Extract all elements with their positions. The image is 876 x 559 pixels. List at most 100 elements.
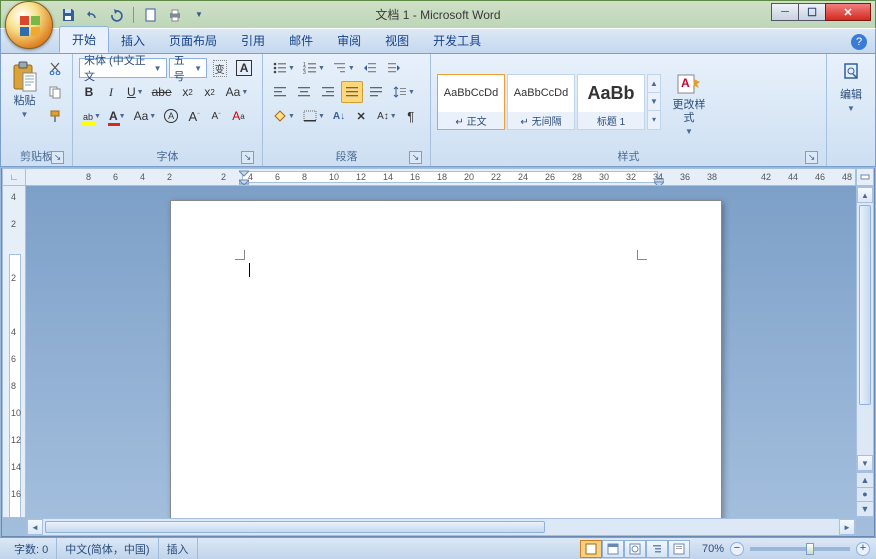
- view-outline[interactable]: [646, 540, 668, 558]
- align-left-button[interactable]: [269, 81, 291, 103]
- page[interactable]: [170, 200, 722, 518]
- tab-selector[interactable]: ∟: [2, 168, 26, 186]
- styles-launcher[interactable]: ↘: [805, 151, 818, 164]
- shrink-font-button[interactable]: Aˇ: [206, 105, 226, 127]
- titlebar: ▼ 文档 1 - Microsoft Word ─ ☐ ✕: [0, 0, 876, 28]
- ruler-toggle[interactable]: [856, 168, 874, 186]
- office-button[interactable]: [5, 1, 53, 49]
- tab-insert[interactable]: 插入: [109, 28, 157, 53]
- underline-button[interactable]: U▼: [123, 81, 146, 103]
- font-launcher[interactable]: ↘: [241, 151, 254, 164]
- phonetic-guide-button[interactable]: 变: [209, 57, 230, 79]
- tab-mailings[interactable]: 邮件: [277, 28, 325, 53]
- scroll-left-icon[interactable]: ◄: [27, 519, 43, 535]
- horizontal-scrollbar[interactable]: ◄ ►: [26, 518, 856, 536]
- increase-indent-button[interactable]: [383, 57, 405, 79]
- borders-button[interactable]: ▼: [299, 105, 327, 127]
- grow-font-button[interactable]: Aˆ: [184, 105, 204, 127]
- scroll-up-icon[interactable]: ▲: [857, 187, 873, 203]
- highlight-button[interactable]: ab▼: [79, 105, 103, 127]
- minimize-button[interactable]: ─: [771, 3, 799, 21]
- cut-icon[interactable]: [44, 57, 66, 79]
- italic-button[interactable]: I: [101, 81, 121, 103]
- group-label-paragraph: 段落↘: [269, 146, 424, 166]
- char-shading-button[interactable]: Aa▼: [130, 105, 159, 127]
- style-gallery-scroll[interactable]: ▲▼▾: [647, 74, 661, 130]
- enclose-char-button[interactable]: A: [160, 105, 182, 127]
- next-page-button[interactable]: ▼: [857, 502, 873, 517]
- decrease-indent-button[interactable]: [359, 57, 381, 79]
- scroll-right-icon[interactable]: ►: [839, 519, 855, 535]
- show-marks-button[interactable]: ¶: [401, 105, 421, 127]
- text-cursor: [249, 263, 250, 277]
- text-direction-button[interactable]: A↕▼: [373, 105, 399, 127]
- view-draft[interactable]: [668, 540, 690, 558]
- align-center-button[interactable]: [293, 81, 315, 103]
- browse-object-buttons: ▲ ● ▼: [856, 472, 874, 518]
- tab-home[interactable]: 开始: [59, 26, 109, 53]
- line-spacing-button[interactable]: ▼: [389, 81, 417, 103]
- shading-button[interactable]: ▼: [269, 105, 297, 127]
- hscroll-thumb[interactable]: [45, 521, 545, 533]
- strikethrough-button[interactable]: abe: [148, 81, 176, 103]
- tab-developer[interactable]: 开发工具: [421, 28, 493, 53]
- ribbon-tabs: 开始 插入 页面布局 引用 邮件 审阅 视图 开发工具 ?: [0, 28, 876, 54]
- tab-review[interactable]: 审阅: [325, 28, 373, 53]
- numbering-button[interactable]: 123▼: [299, 57, 327, 79]
- character-border-button[interactable]: A: [232, 57, 256, 79]
- zoom-slider-knob[interactable]: [806, 543, 814, 555]
- view-web-layout[interactable]: [624, 540, 646, 558]
- view-buttons: [580, 540, 690, 558]
- copy-icon[interactable]: [44, 81, 66, 103]
- vertical-ruler[interactable]: 42246810121416: [2, 186, 26, 518]
- format-painter-icon[interactable]: [44, 105, 66, 127]
- justify-button[interactable]: [341, 81, 363, 103]
- font-size-select[interactable]: 五号▼: [169, 58, 207, 78]
- paragraph-launcher[interactable]: ↘: [409, 151, 422, 164]
- sort-button[interactable]: A↓: [329, 105, 349, 127]
- bold-button[interactable]: B: [79, 81, 99, 103]
- view-full-screen[interactable]: [602, 540, 624, 558]
- style-no-spacing[interactable]: AaBbCcDd ↵ 无间隔: [507, 74, 575, 130]
- horizontal-ruler[interactable]: 8642246810121416182022242628303234363842…: [26, 168, 856, 186]
- document-viewport[interactable]: [26, 186, 856, 518]
- zoom-out-button[interactable]: −: [730, 542, 744, 556]
- subscript-button[interactable]: x2: [178, 81, 198, 103]
- zoom-level[interactable]: 70%: [702, 543, 724, 555]
- scroll-down-icon[interactable]: ▼: [857, 455, 873, 471]
- vscroll-thumb[interactable]: [859, 205, 871, 405]
- status-insert-mode[interactable]: 插入: [159, 538, 198, 559]
- close-button[interactable]: ✕: [825, 3, 871, 21]
- tab-layout[interactable]: 页面布局: [157, 28, 229, 53]
- superscript-button[interactable]: x2: [200, 81, 220, 103]
- paste-button[interactable]: 粘贴 ▼: [7, 57, 42, 119]
- status-language[interactable]: 中文(简体，中国): [57, 538, 158, 559]
- maximize-button[interactable]: ☐: [798, 3, 826, 21]
- view-print-layout[interactable]: [580, 540, 602, 558]
- select-browse-object-button[interactable]: ●: [857, 488, 873, 503]
- clear-format-button[interactable]: Aa: [228, 105, 248, 127]
- font-family-select[interactable]: 宋体 (中文正文▼: [79, 58, 167, 78]
- asian-layout-button[interactable]: ✕: [351, 105, 371, 127]
- prev-page-button[interactable]: ▲: [857, 473, 873, 488]
- style-normal[interactable]: AaBbCcDd ↵ 正文: [437, 74, 505, 130]
- clipboard-launcher[interactable]: ↘: [51, 151, 64, 164]
- editing-button[interactable]: 编辑 ▼: [833, 57, 869, 113]
- multilevel-list-button[interactable]: ▼: [329, 57, 357, 79]
- group-label-clipboard: 剪贴板↘: [7, 146, 66, 166]
- zoom-in-button[interactable]: +: [856, 542, 870, 556]
- change-styles-button[interactable]: A 更改样式 ▼: [669, 67, 709, 136]
- tab-view[interactable]: 视图: [373, 28, 421, 53]
- tab-references[interactable]: 引用: [229, 28, 277, 53]
- help-icon[interactable]: ?: [851, 34, 867, 50]
- paste-label: 粘贴: [14, 95, 36, 108]
- font-color-button[interactable]: A▼: [105, 105, 128, 127]
- align-right-button[interactable]: [317, 81, 339, 103]
- vertical-scrollbar[interactable]: ▲ ▼: [856, 186, 874, 472]
- status-word-count[interactable]: 字数: 0: [6, 538, 57, 559]
- style-heading1[interactable]: AaBb 标题 1: [577, 74, 645, 130]
- zoom-slider[interactable]: [750, 547, 850, 551]
- bullets-button[interactable]: ▼: [269, 57, 297, 79]
- change-case-button[interactable]: Aa▼: [222, 81, 251, 103]
- distribute-button[interactable]: [365, 81, 387, 103]
